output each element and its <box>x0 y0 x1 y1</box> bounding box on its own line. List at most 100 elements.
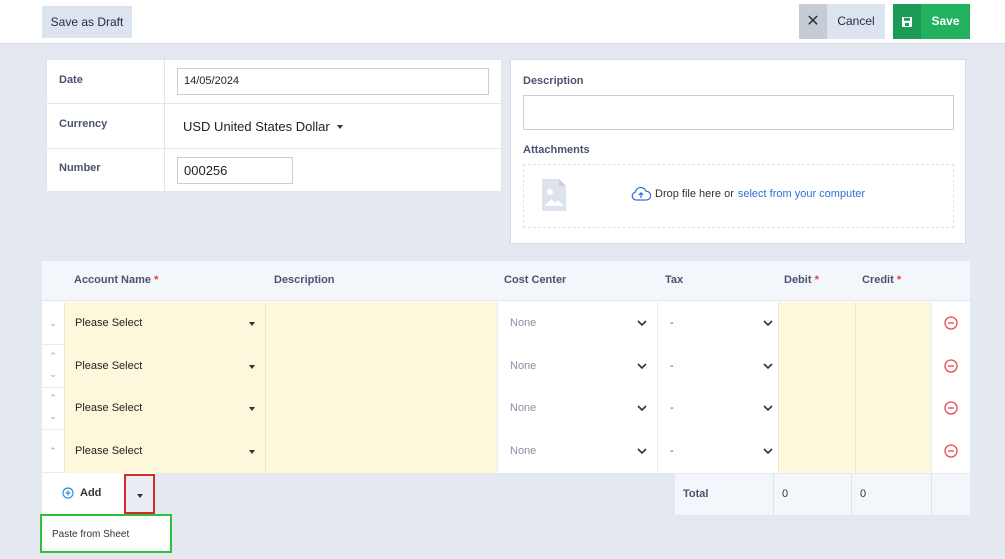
account-select[interactable]: Please Select <box>64 387 265 430</box>
divider <box>164 149 165 193</box>
credit-input[interactable] <box>855 302 931 345</box>
chevron-down-icon <box>637 448 647 455</box>
total-credit: 0 <box>860 488 867 500</box>
file-image-icon <box>542 179 566 211</box>
caret-down-icon <box>249 322 255 326</box>
plus-circle-icon <box>62 487 74 499</box>
table-row: ⌃ Please Select None - <box>42 430 970 473</box>
divider <box>931 474 932 515</box>
close-icon[interactable]: ✕ <box>799 4 827 39</box>
remove-row-button[interactable] <box>931 387 970 430</box>
move-up-icon[interactable]: ⌃ <box>47 394 59 403</box>
remove-row-button[interactable] <box>931 302 970 345</box>
tax-select[interactable]: - <box>657 430 778 473</box>
divider <box>164 60 165 103</box>
minus-circle-icon <box>944 401 958 415</box>
file-drop-zone[interactable]: Drop file here or select from your compu… <box>523 164 954 228</box>
cost-center-select[interactable]: None <box>497 387 657 430</box>
move-down-icon[interactable]: ⌄ <box>47 370 59 379</box>
move-up-icon[interactable]: ⌃ <box>47 447 59 456</box>
debit-input[interactable] <box>778 387 855 430</box>
debit-input[interactable] <box>778 302 855 345</box>
caret-down-icon <box>137 494 143 498</box>
account-select[interactable]: Please Select <box>64 302 265 345</box>
save-button[interactable]: Save <box>921 4 970 39</box>
debit-input[interactable] <box>778 345 855 388</box>
header-cost-center: Cost Center <box>504 274 567 286</box>
account-select[interactable]: Please Select <box>64 430 265 473</box>
date-label: Date <box>59 74 83 86</box>
currency-label: Currency <box>59 118 108 130</box>
currency-row: Currency USD United States Dollar <box>47 104 503 149</box>
minus-circle-icon <box>944 444 958 458</box>
number-field[interactable]: 000256 <box>177 157 293 184</box>
add-options-menu: Paste from Sheet <box>40 514 172 553</box>
table-header: Account Name * Description Cost Center T… <box>42 261 970 301</box>
move-down-icon[interactable]: ⌄ <box>47 412 59 421</box>
description-card: Description Attachments Drop file here o… <box>510 59 966 244</box>
tax-select[interactable]: - <box>657 302 778 345</box>
header-account: Account Name * <box>74 274 159 286</box>
date-row: Date 14/05/2024 <box>47 60 503 104</box>
divider <box>773 474 774 515</box>
caret-down-icon[interactable] <box>337 125 343 129</box>
description-cell[interactable] <box>265 302 497 345</box>
cancel-button[interactable]: Cancel <box>827 4 885 39</box>
remove-row-button[interactable] <box>931 430 970 473</box>
description-input[interactable] <box>523 95 954 130</box>
date-field[interactable]: 14/05/2024 <box>177 68 489 95</box>
move-down-icon[interactable]: ⌄ <box>47 319 59 328</box>
chevron-down-icon <box>763 448 773 455</box>
account-select[interactable]: Please Select <box>64 345 265 388</box>
caret-down-icon <box>249 450 255 454</box>
description-cell[interactable] <box>265 387 497 430</box>
credit-input[interactable] <box>855 387 931 430</box>
paste-from-sheet-item[interactable]: Paste from Sheet <box>52 529 129 540</box>
chevron-down-icon <box>637 320 647 327</box>
select-file-link[interactable]: select from your computer <box>738 188 865 200</box>
chevron-down-icon <box>637 405 647 412</box>
total-label: Total <box>683 488 709 500</box>
chevron-down-icon <box>763 363 773 370</box>
currency-select[interactable]: USD United States Dollar <box>183 119 330 134</box>
top-toolbar: Save as Draft ✕ Cancel Save <box>0 0 1005 44</box>
tax-select[interactable]: - <box>657 387 778 430</box>
attachments-label: Attachments <box>523 144 590 156</box>
total-debit: 0 <box>782 488 789 500</box>
number-row: Number 000256 <box>47 149 503 193</box>
credit-input[interactable] <box>855 430 931 473</box>
journal-table: Account Name * Description Cost Center T… <box>42 261 970 473</box>
header-credit: Credit * <box>862 274 902 286</box>
save-as-draft-button[interactable]: Save as Draft <box>42 6 132 38</box>
cost-center-select[interactable]: None <box>497 345 657 388</box>
drop-instructions: Drop file here or select from your compu… <box>631 187 865 201</box>
caret-down-icon <box>249 365 255 369</box>
add-options-dropdown-button[interactable] <box>124 474 155 514</box>
divider <box>164 104 165 148</box>
divider <box>851 474 852 515</box>
description-cell[interactable] <box>265 430 497 473</box>
minus-circle-icon <box>944 359 958 373</box>
remove-row-button[interactable] <box>931 345 970 388</box>
debit-input[interactable] <box>778 430 855 473</box>
tax-select[interactable]: - <box>657 345 778 388</box>
header-description: Description <box>274 274 335 286</box>
chevron-down-icon <box>763 405 773 412</box>
credit-input[interactable] <box>855 345 931 388</box>
cloud-upload-icon <box>631 187 651 201</box>
add-row-button[interactable]: Add <box>62 487 101 499</box>
move-up-icon[interactable]: ⌃ <box>47 352 59 361</box>
cost-center-select[interactable]: None <box>497 302 657 345</box>
caret-down-icon <box>249 407 255 411</box>
table-row: ⌃ ⌄ Please Select None - <box>42 387 970 430</box>
header-tax: Tax <box>665 274 684 286</box>
chevron-down-icon <box>637 363 647 370</box>
description-cell[interactable] <box>265 345 497 388</box>
journal-form-card: Date 14/05/2024 Currency USD United Stat… <box>46 59 503 193</box>
cost-center-select[interactable]: None <box>497 430 657 473</box>
save-icon[interactable] <box>893 4 921 39</box>
table-row: ⌃ ⌄ Please Select None - <box>42 345 970 388</box>
totals-row: Total 0 0 <box>675 474 970 515</box>
table-row: ⌄ Please Select None - <box>42 302 970 345</box>
add-label: Add <box>80 487 102 499</box>
